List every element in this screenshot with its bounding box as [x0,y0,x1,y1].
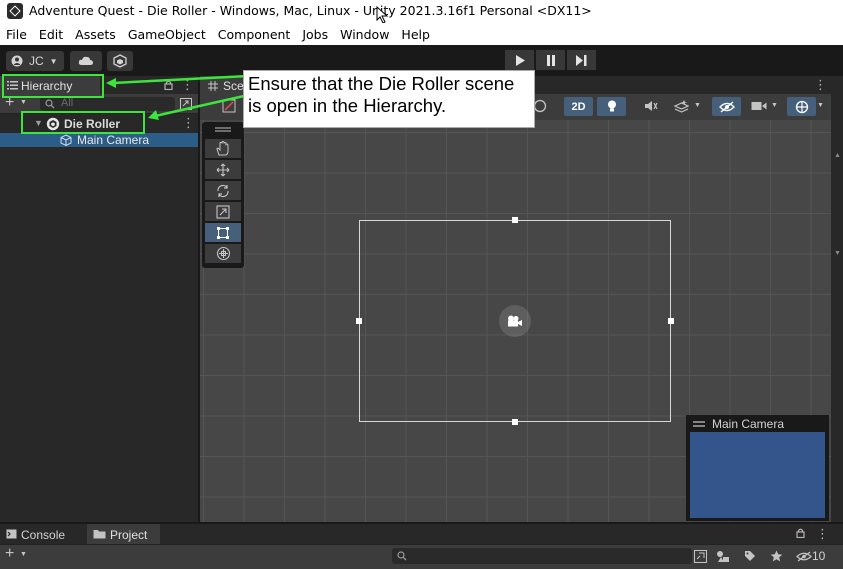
tutorial-callout: Ensure that the Die Roller scene is open… [243,70,535,128]
tutorial-callout-text: Ensure that the Die Roller scene is open… [248,73,515,116]
